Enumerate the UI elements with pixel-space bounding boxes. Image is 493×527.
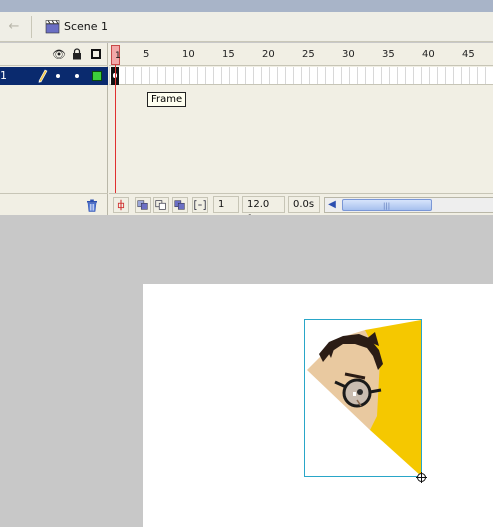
- lock-icon[interactable]: [72, 48, 82, 60]
- timeline-footer: 1 12.0 fps 0.0s ◀ |||: [109, 193, 493, 225]
- visibility-dot[interactable]: [56, 74, 60, 78]
- playhead-frame-number: 1: [115, 51, 121, 61]
- tooltip: Frame: [147, 92, 187, 107]
- layer-name[interactable]: 1: [0, 69, 7, 82]
- ruler-number: 45: [462, 49, 475, 60]
- layers-footer: [0, 193, 108, 215]
- clapperboard-icon: [45, 20, 60, 34]
- scene-bar: ← Scene 1: [0, 12, 493, 42]
- modify-onion-markers-icon[interactable]: [192, 197, 208, 213]
- scene-bar-divider: [31, 16, 32, 38]
- scroll-left-arrow-icon[interactable]: ◀: [325, 198, 339, 212]
- center-frame-icon[interactable]: [113, 197, 129, 213]
- playhead-marker[interactable]: 1: [111, 45, 121, 65]
- ruler-number: 20: [262, 49, 275, 60]
- layers-header: 👁: [0, 43, 108, 66]
- onion-skin-outlines-icon[interactable]: [153, 197, 169, 213]
- ruler-number: 10: [182, 49, 195, 60]
- outline-icon[interactable]: [91, 49, 101, 59]
- timeline-panel: 👁 1 1 5 10 15 20 25 30 35 40 45 Frame 1 …: [0, 43, 493, 225]
- layer-outline-color[interactable]: [92, 71, 102, 81]
- frame-ruler[interactable]: 1 5 10 15 20 25 30 35 40 45: [109, 43, 493, 66]
- timeline-horizontal-scrollbar[interactable]: ◀ |||: [324, 197, 493, 213]
- edit-multiple-frames-icon[interactable]: [172, 197, 188, 213]
- ruler-number: 25: [302, 49, 315, 60]
- window-top-strip: [0, 0, 493, 12]
- selection-bounding-box: [304, 319, 422, 477]
- layers-panel: 👁 1: [0, 43, 108, 215]
- ruler-number: 40: [422, 49, 435, 60]
- ruler-number: 5: [143, 49, 150, 60]
- ruler-number: 15: [222, 49, 235, 60]
- frame-rate-field[interactable]: 12.0 fps: [242, 196, 285, 225]
- eye-icon[interactable]: 👁: [52, 48, 66, 61]
- registration-point-icon[interactable]: [416, 472, 427, 483]
- pencil-icon: [38, 69, 48, 83]
- ruler-number: 35: [382, 49, 395, 60]
- lock-dot[interactable]: [75, 74, 79, 78]
- playhead-line: [115, 65, 116, 193]
- onion-skin-icon[interactable]: [135, 197, 151, 213]
- frames-panel: 1 5 10 15 20 25 30 35 40 45 Frame 1 12.0…: [109, 43, 493, 225]
- current-frame-field: 1: [213, 196, 239, 213]
- frame-row[interactable]: [109, 67, 493, 85]
- scene-label[interactable]: Scene 1: [64, 20, 108, 34]
- scroll-thumb[interactable]: |||: [342, 199, 432, 211]
- ruler-number: 30: [342, 49, 355, 60]
- trash-icon[interactable]: [86, 199, 98, 212]
- layer-row[interactable]: 1: [0, 67, 108, 85]
- back-arrow-icon[interactable]: ←: [5, 19, 23, 35]
- grip-icon: |||: [383, 202, 391, 210]
- elapsed-time-field: 0.0s: [288, 196, 320, 213]
